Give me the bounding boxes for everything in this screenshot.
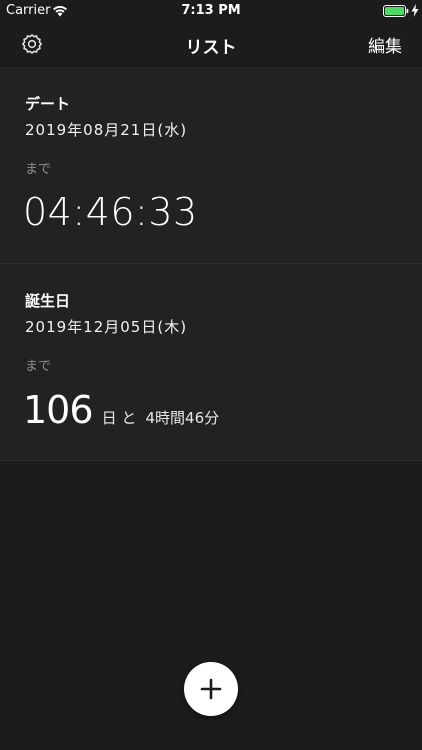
event-title: デート — [25, 95, 71, 113]
remaining-time: 4時間46分 — [145, 409, 220, 427]
days-unit: 日 と — [101, 409, 137, 427]
page-title: リスト — [185, 38, 237, 58]
status-bar: Carrier 7:13 PM — [0, 0, 422, 22]
event-card[interactable]: デート 2019年08月21日(水) まで 04:46:33 — [0, 67, 422, 264]
battery-icon — [383, 5, 409, 17]
until-label: まで — [25, 359, 52, 374]
add-event-button[interactable] — [184, 662, 238, 716]
edit-button[interactable]: 編集 — [368, 32, 402, 57]
until-label: まで — [25, 162, 52, 177]
event-card[interactable]: 誕生日 2019年12月05日(木) まで 106 日 と 4時間46分 — [0, 264, 422, 461]
event-title: 誕生日 — [25, 292, 71, 310]
countdown-timer: 04:46:33 — [23, 190, 198, 234]
event-date: 2019年08月21日(水) — [25, 121, 188, 139]
charging-icon — [411, 4, 419, 17]
app-screen: Carrier 7:13 PM リスト 編集 デート 2019年08月21日(水… — [0, 0, 422, 750]
event-date: 2019年12月05日(木) — [25, 318, 188, 336]
plus-icon — [200, 678, 222, 700]
countdown-remaining: 106 日 と 4時間46分 — [23, 388, 219, 432]
event-list: デート 2019年08月21日(水) まで 04:46:33 誕生日 2019年… — [0, 67, 422, 461]
status-time: 7:13 PM — [181, 3, 241, 18]
navigation-bar: リスト 編集 — [0, 22, 422, 66]
days-count: 106 — [23, 388, 94, 432]
